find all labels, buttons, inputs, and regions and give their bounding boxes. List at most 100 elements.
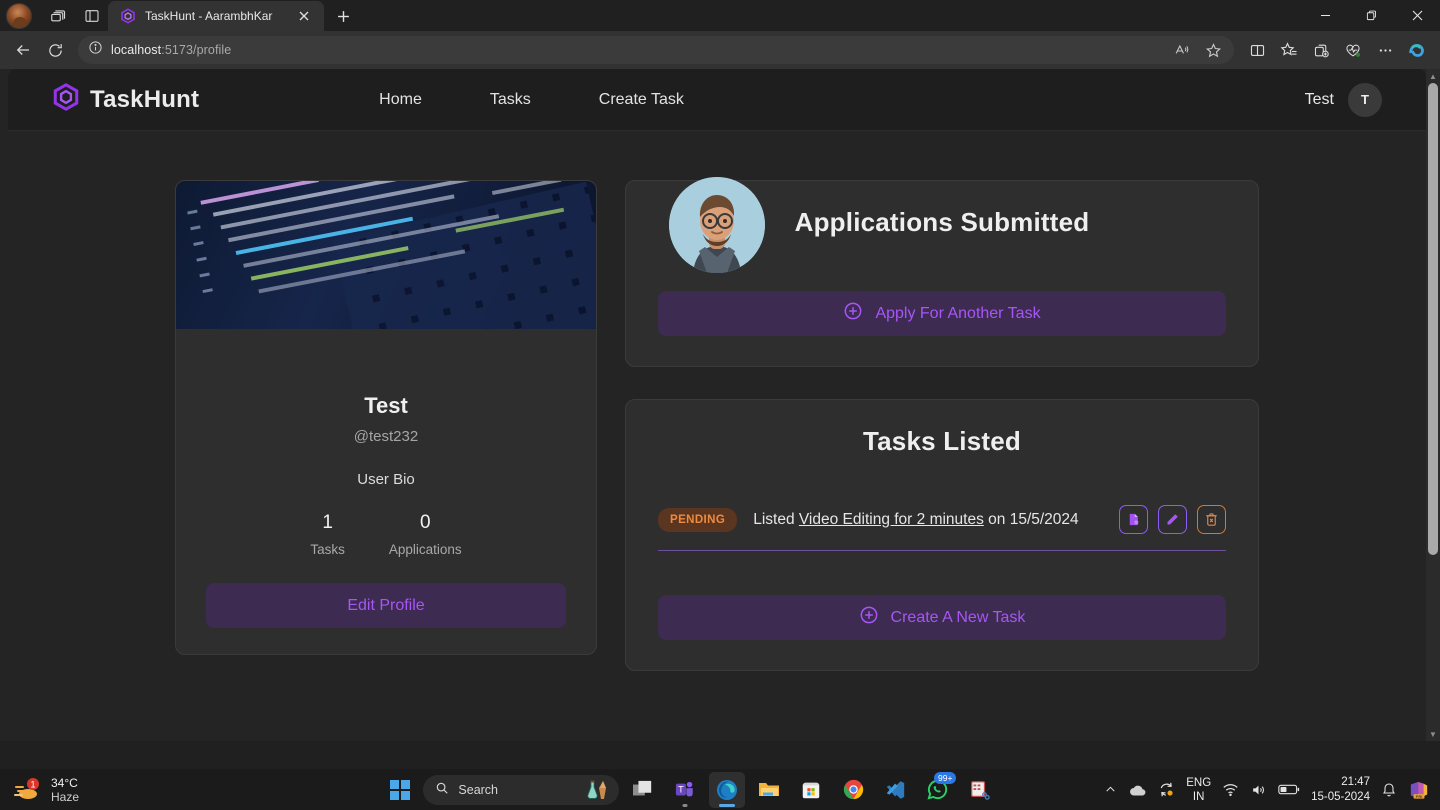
- search-illustration-icon: [585, 779, 611, 801]
- file-explorer-icon[interactable]: [751, 772, 787, 808]
- create-task-button-label: Create A New Task: [890, 608, 1026, 626]
- task-title-link[interactable]: Video Editing for 2 minutes: [799, 511, 984, 528]
- weather-condition: Haze: [51, 789, 80, 804]
- edit-task-icon[interactable]: [1158, 505, 1187, 534]
- new-tab-button[interactable]: [328, 1, 358, 31]
- onedrive-icon[interactable]: [1128, 783, 1147, 797]
- profile-banner-image: [176, 181, 596, 329]
- system-tray: ENG IN 21:47 15-05-2024 PRI: [1104, 775, 1440, 805]
- apply-for-another-task-button[interactable]: Apply For Another Task: [658, 291, 1226, 336]
- copilot-icon[interactable]: [1402, 35, 1432, 65]
- stat-applications-label: Applications: [388, 542, 462, 557]
- more-options-icon[interactable]: [1370, 35, 1400, 65]
- volume-icon[interactable]: [1250, 782, 1267, 798]
- view-applicants-icon[interactable]: [1119, 505, 1148, 534]
- windows-taskbar: 1 34°C Haze Search T 99+ ENG IN 21:47 15…: [0, 769, 1440, 810]
- address-bar[interactable]: localhost:5173/profile: [78, 36, 1234, 64]
- tab-actions-icon[interactable]: [76, 1, 108, 31]
- search-input[interactable]: Search: [423, 774, 620, 805]
- collections-icon[interactable]: [1306, 35, 1336, 65]
- chrome-icon[interactable]: [835, 772, 871, 808]
- language-code: ENG: [1186, 776, 1212, 789]
- task-actions: [1119, 505, 1226, 534]
- user-name: Test: [1304, 90, 1334, 108]
- read-aloud-icon[interactable]: [1166, 35, 1196, 65]
- toolbar-right-icons: [1242, 35, 1432, 65]
- start-icon[interactable]: [383, 773, 417, 807]
- browser-tab[interactable]: TaskHunt - AarambhKar: [108, 1, 324, 31]
- browser-essentials-icon[interactable]: [1338, 35, 1368, 65]
- taskhunt-app: TaskHunt Home Tasks Create Task Test T T…: [8, 69, 1426, 741]
- scrollbar-thumb[interactable]: [1428, 83, 1438, 555]
- weather-temperature: 34°C: [51, 775, 78, 790]
- edit-profile-wrap: Edit Profile: [176, 583, 596, 654]
- clock-date: 15-05-2024: [1311, 790, 1370, 803]
- show-hidden-icons-chevron[interactable]: [1104, 783, 1117, 796]
- apply-button-wrap: Apply For Another Task: [658, 291, 1226, 336]
- whatsapp-badge: 99+: [933, 771, 957, 784]
- weather-text: 34°C Haze: [51, 776, 79, 804]
- page-viewport: TaskHunt Home Tasks Create Task Test T T…: [0, 69, 1440, 741]
- titlebar-left-icons: [0, 0, 108, 31]
- language-indicator[interactable]: ENG IN: [1186, 776, 1211, 804]
- refresh-icon[interactable]: [40, 35, 70, 65]
- create-a-new-task-button[interactable]: Create A New Task: [658, 595, 1226, 640]
- task-date: 15/5/2024: [1009, 510, 1079, 528]
- nav-item-tasks[interactable]: Tasks: [490, 91, 531, 109]
- stat-tasks-value: 1: [322, 512, 333, 533]
- page-scrollbar[interactable]: ▲ ▼: [1426, 69, 1440, 741]
- close-tab-icon[interactable]: [293, 5, 315, 27]
- info-circle-icon[interactable]: [88, 40, 103, 60]
- edit-profile-button[interactable]: Edit Profile: [206, 583, 566, 628]
- status-badge: PENDING: [658, 507, 738, 532]
- tasks-panel-title: Tasks Listed: [863, 426, 1021, 456]
- microsoft-store-icon[interactable]: [793, 772, 829, 808]
- office-icon[interactable]: PRI: [1408, 780, 1430, 800]
- task-divider: [658, 550, 1226, 551]
- brand-logo[interactable]: TaskHunt: [52, 83, 199, 116]
- haze-weather-icon: 1: [12, 777, 42, 803]
- scroll-up-arrow-icon[interactable]: ▲: [1426, 69, 1440, 83]
- maximize-button[interactable]: [1348, 0, 1394, 31]
- profile-page-content: Test @test232 User Bio 1 Tasks 0 Applica…: [8, 131, 1426, 671]
- notification-bell-icon[interactable]: [1381, 782, 1397, 798]
- wifi-icon[interactable]: [1222, 782, 1239, 797]
- delete-task-icon[interactable]: [1197, 505, 1226, 534]
- split-screen-icon[interactable]: [1242, 35, 1272, 65]
- teams-icon[interactable]: T: [667, 772, 703, 808]
- windows-update-icon[interactable]: [1158, 781, 1175, 798]
- minimize-button[interactable]: [1302, 0, 1348, 31]
- app-running-indicator: [719, 803, 736, 807]
- whatsapp-icon[interactable]: 99+: [919, 771, 957, 808]
- profile-name: Test: [364, 393, 408, 418]
- scroll-down-arrow-icon[interactable]: ▼: [1426, 727, 1440, 741]
- favorite-star-icon[interactable]: [1198, 35, 1228, 65]
- stat-applications-value: 0: [419, 512, 431, 533]
- favorites-icon[interactable]: [1274, 35, 1304, 65]
- workspaces-icon[interactable]: [42, 1, 74, 31]
- search-icon: [435, 781, 449, 798]
- edge-icon[interactable]: [709, 771, 746, 808]
- snipping-tool-icon[interactable]: [961, 772, 997, 808]
- taskbar-apps: Search T 99+: [383, 771, 997, 808]
- close-window-button[interactable]: [1394, 0, 1440, 31]
- taskhunt-hexagon-icon: [120, 8, 136, 24]
- task-middle: on: [983, 510, 1010, 528]
- language-region: IN: [1192, 790, 1205, 803]
- user-menu[interactable]: Test T: [1304, 82, 1382, 117]
- svg-text:PRI: PRI: [1416, 793, 1423, 798]
- clock[interactable]: 21:47 15-05-2024: [1311, 775, 1370, 805]
- back-arrow-icon[interactable]: [8, 35, 38, 65]
- weather-widget[interactable]: 1 34°C Haze: [0, 776, 330, 804]
- nav-item-home[interactable]: Home: [379, 91, 422, 109]
- stat-applications: 0 Applications: [389, 512, 462, 557]
- avatar[interactable]: T: [1348, 82, 1382, 117]
- browser-profile-avatar[interactable]: [6, 2, 32, 29]
- nav-item-create-task[interactable]: Create Task: [599, 91, 684, 109]
- task-view-icon[interactable]: [625, 772, 661, 808]
- address-host: localhost: [111, 43, 162, 57]
- battery-icon[interactable]: [1278, 783, 1300, 796]
- task-prefix: Listed: [753, 510, 799, 528]
- vscode-icon[interactable]: [877, 772, 913, 808]
- clock-time: 21:47: [1341, 775, 1370, 788]
